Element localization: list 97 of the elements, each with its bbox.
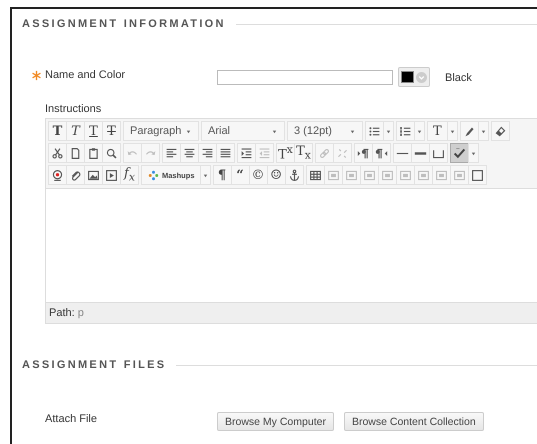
- toolbar-dropdown[interactable]: Paragraph: [123, 121, 199, 141]
- toolbar-button[interactable]: [48, 143, 67, 163]
- table-cell-icon: [452, 168, 466, 182]
- color-swatch: [401, 71, 414, 83]
- square-icon: [470, 168, 484, 182]
- toolbar-button[interactable]: [66, 165, 85, 185]
- path-label: Path:: [49, 307, 75, 319]
- format-button[interactable]: ☺: [266, 165, 286, 185]
- toolbar-button[interactable]: [468, 165, 487, 185]
- caret-icon: [470, 150, 477, 156]
- format-button[interactable]: ©: [248, 165, 268, 185]
- pilcrow-arrow-icon: [375, 146, 388, 160]
- caret-icon: [385, 128, 392, 134]
- film-icon: [105, 168, 118, 182]
- toolbar-button[interactable]: [411, 143, 430, 163]
- table-cell-icon: [416, 168, 430, 182]
- link-icon: [318, 146, 331, 160]
- toolbar-button[interactable]: [102, 143, 121, 163]
- field-label: Name and Color: [45, 69, 126, 81]
- toolbar-button[interactable]: [306, 165, 325, 185]
- table-cell-icon: [398, 168, 412, 182]
- color-name: Black: [445, 72, 472, 84]
- format-button[interactable]: ¶: [212, 165, 232, 185]
- format-button[interactable]: T$_{x}$: [294, 143, 313, 163]
- outdent-icon: [258, 146, 271, 160]
- split-button[interactable]: [396, 121, 424, 141]
- color-picker-button[interactable]: [398, 67, 430, 87]
- image-icon: [87, 168, 100, 182]
- split-button[interactable]: [460, 121, 488, 141]
- toolbar-dropdown[interactable]: 3 (12pt): [287, 121, 363, 141]
- pilcrow-arrow-icon: [357, 146, 370, 160]
- section-heading: ASSIGNMENT FILES: [22, 359, 166, 371]
- table-cell-icon: [380, 168, 394, 182]
- toolbar-button[interactable]: [180, 143, 199, 163]
- toolbar-button[interactable]: [102, 165, 121, 185]
- toolbar-button[interactable]: [372, 143, 391, 163]
- toolbar-button[interactable]: [354, 143, 373, 163]
- format-button[interactable]: T: [102, 121, 121, 141]
- table-icon: [308, 168, 322, 182]
- align-center-icon: [183, 146, 196, 160]
- toolbar-button[interactable]: [237, 143, 256, 163]
- numbered-list-icon: [399, 124, 412, 138]
- paperclip-icon: [69, 168, 82, 182]
- search-icon: [105, 146, 118, 160]
- scissors-icon: [51, 146, 64, 160]
- spellcheck-icon: [453, 146, 466, 160]
- table-cell-icon: [362, 168, 376, 182]
- toolbar-button[interactable]: [284, 165, 304, 185]
- caret-icon: [416, 128, 423, 134]
- split-button[interactable]: [365, 121, 393, 141]
- toolbar-button[interactable]: [162, 143, 181, 163]
- toolbar-button[interactable]: [84, 165, 103, 185]
- table-cell-icon: [326, 168, 340, 182]
- anchor-icon: [288, 168, 301, 182]
- format-button[interactable]: T: [84, 121, 103, 141]
- toolbar-button[interactable]: [216, 143, 235, 163]
- format-button[interactable]: T$^{x}$: [276, 143, 295, 163]
- align-right-icon: [201, 146, 214, 160]
- toolbar-button[interactable]: [48, 165, 67, 185]
- justify-icon: [219, 146, 232, 160]
- toolbar-button[interactable]: [66, 143, 85, 163]
- toolbar-button[interactable]: [429, 143, 448, 163]
- browse-button[interactable]: Browse Content Collection: [344, 412, 484, 431]
- format-button[interactable]: “: [230, 165, 250, 185]
- name-input-field[interactable]: [217, 70, 393, 84]
- format-button[interactable]: T: [66, 121, 85, 141]
- toolbar-button[interactable]: [198, 143, 217, 163]
- bullet-list-icon: [368, 124, 381, 138]
- colored-dots-icon: [147, 168, 160, 182]
- caret-icon: [185, 128, 192, 134]
- toolbar-dropdown[interactable]: Arial: [201, 121, 285, 141]
- browse-button[interactable]: Browse My Computer: [217, 412, 334, 431]
- toolbar-button[interactable]: [393, 143, 412, 163]
- toolbar-button[interactable]: [84, 143, 103, 163]
- caret-icon: [271, 128, 278, 134]
- align-left-icon: [165, 146, 178, 160]
- toolbar-button[interactable]: [490, 121, 510, 141]
- caret-icon: [202, 172, 209, 178]
- format-button[interactable]: f$_{x}$: [120, 165, 139, 185]
- field-label: Instructions: [45, 103, 102, 115]
- clipboard-icon: [87, 146, 100, 160]
- field-label: Attach File: [45, 412, 97, 424]
- table-cell-icon: [344, 168, 358, 182]
- caret-icon: [448, 128, 456, 134]
- document-icon: [69, 146, 82, 160]
- eraser-icon: [494, 124, 507, 138]
- chevron-down-icon: [416, 72, 427, 82]
- split-button[interactable]: [450, 143, 478, 163]
- caret-icon: [480, 128, 487, 134]
- format-button[interactable]: T: [48, 121, 67, 141]
- caret-icon: [349, 128, 356, 134]
- section-heading: ASSIGNMENT INFORMATION: [22, 18, 226, 30]
- webcam-icon: [51, 168, 64, 182]
- table-cell-icon: [434, 168, 448, 182]
- path-value: p: [78, 307, 84, 319]
- broken-link-icon: [336, 146, 349, 160]
- indent-icon: [240, 146, 253, 160]
